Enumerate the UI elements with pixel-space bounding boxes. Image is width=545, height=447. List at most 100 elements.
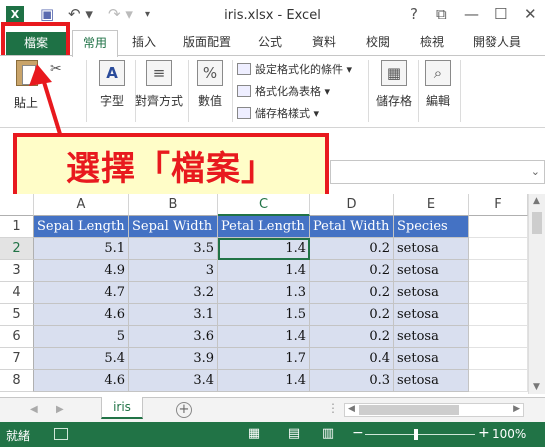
header-cell[interactable]: Sepal Width xyxy=(129,216,218,238)
column-header[interactable]: A xyxy=(34,194,129,216)
macro-record-icon[interactable] xyxy=(54,428,68,440)
close-button[interactable]: ✕ xyxy=(524,5,537,23)
empty-cell[interactable] xyxy=(469,238,528,260)
scroll-left-icon[interactable]: ◀ xyxy=(348,404,355,414)
data-cell[interactable]: 4.6 xyxy=(34,370,129,392)
data-cell[interactable]: setosa xyxy=(394,260,469,282)
cells-group[interactable]: ▦ 儲存格 xyxy=(372,58,416,124)
formula-bar[interactable]: ⌄ xyxy=(330,160,545,184)
empty-cell[interactable] xyxy=(469,348,528,370)
data-cell[interactable]: setosa xyxy=(394,304,469,326)
row-header[interactable]: 7 xyxy=(0,348,34,370)
paste-icon[interactable] xyxy=(16,60,38,86)
zoom-slider[interactable] xyxy=(365,434,475,435)
data-cell[interactable]: 0.3 xyxy=(310,370,394,392)
data-cell[interactable]: 1.3 xyxy=(218,282,310,304)
data-cell[interactable]: 1.4 xyxy=(218,260,310,282)
data-cell[interactable]: 1.4 xyxy=(218,326,310,348)
horizontal-scrollbar[interactable]: ◀ ▶ xyxy=(344,403,524,417)
data-cell[interactable]: 4.9 xyxy=(34,260,129,282)
ribbon-display-options-icon[interactable]: ⧉ xyxy=(436,5,447,23)
help-button[interactable]: ? xyxy=(410,5,418,23)
column-header[interactable]: C xyxy=(218,194,310,216)
scroll-up-icon[interactable]: ▲ xyxy=(533,196,540,206)
row-header[interactable]: 1 xyxy=(0,216,34,238)
minimize-button[interactable]: — xyxy=(464,5,479,23)
column-header[interactable]: E xyxy=(394,194,469,216)
tab-developer[interactable]: 開發人員 xyxy=(466,30,528,55)
maximize-button[interactable]: ☐ xyxy=(494,5,507,23)
row-header[interactable]: 4 xyxy=(0,282,34,304)
cell-styles-button[interactable]: 儲存格樣式 ▾ xyxy=(237,105,319,121)
data-cell[interactable]: 1.5 xyxy=(218,304,310,326)
add-sheet-icon[interactable]: + xyxy=(176,402,192,418)
scroll-down-icon[interactable]: ▼ xyxy=(533,382,540,392)
data-cell[interactable]: 0.2 xyxy=(310,260,394,282)
header-cell[interactable]: Species xyxy=(394,216,469,238)
data-cell[interactable]: 4.7 xyxy=(34,282,129,304)
header-cell[interactable]: Sepal Length xyxy=(34,216,129,238)
data-cell[interactable]: setosa xyxy=(394,238,469,260)
scroll-right-icon[interactable]: ▶ xyxy=(513,404,520,414)
column-header[interactable]: B xyxy=(129,194,218,216)
select-all-corner[interactable] xyxy=(0,194,34,216)
row-header[interactable]: 5 xyxy=(0,304,34,326)
empty-cell[interactable] xyxy=(469,304,528,326)
conditional-format-button[interactable]: 設定格式化的條件 ▾ xyxy=(237,61,352,77)
data-cell[interactable]: 5 xyxy=(34,326,129,348)
data-cell[interactable]: 3.4 xyxy=(129,370,218,392)
zoom-slider-thumb[interactable] xyxy=(414,429,418,440)
data-cell[interactable]: 1.7 xyxy=(218,348,310,370)
row-header[interactable]: 6 xyxy=(0,326,34,348)
data-cell[interactable]: setosa xyxy=(394,348,469,370)
data-cell[interactable]: 5.1 xyxy=(34,238,129,260)
data-cell[interactable]: 0.4 xyxy=(310,348,394,370)
format-as-table-button[interactable]: 格式化為表格 ▾ xyxy=(237,83,330,99)
expand-formula-bar-icon[interactable]: ⌄ xyxy=(531,165,540,178)
zoom-level[interactable]: 100% xyxy=(492,427,526,441)
scroll-thumb[interactable] xyxy=(532,212,542,234)
tab-review[interactable]: 校閱 xyxy=(358,30,398,55)
tab-formulas[interactable]: 公式 xyxy=(250,30,290,55)
page-break-preview-icon[interactable]: ▥ xyxy=(320,426,336,442)
data-cell[interactable]: 3 xyxy=(129,260,218,282)
data-cell[interactable]: 0.2 xyxy=(310,304,394,326)
data-cell[interactable]: setosa xyxy=(394,370,469,392)
zoom-out-icon[interactable]: − xyxy=(352,425,364,441)
data-cell[interactable]: setosa xyxy=(394,282,469,304)
zoom-in-icon[interactable]: + xyxy=(478,425,490,441)
horizontal-scroll-thumb[interactable] xyxy=(359,405,459,415)
empty-cell[interactable] xyxy=(469,260,528,282)
data-cell[interactable]: 3.2 xyxy=(129,282,218,304)
split-handle-icon[interactable]: ⋮ xyxy=(327,401,339,415)
data-cell[interactable]: 3.6 xyxy=(129,326,218,348)
tab-insert[interactable]: 插入 xyxy=(124,30,164,55)
number-group[interactable]: % 數值 xyxy=(190,58,230,124)
row-header[interactable]: 3 xyxy=(0,260,34,282)
data-cell[interactable]: 3.1 xyxy=(129,304,218,326)
data-cell[interactable]: 5.4 xyxy=(34,348,129,370)
empty-cell[interactable] xyxy=(469,216,528,238)
sheet-tab-iris[interactable]: iris xyxy=(101,397,143,419)
empty-cell[interactable] xyxy=(469,370,528,392)
page-layout-view-icon[interactable]: ▤ xyxy=(286,426,302,442)
data-cell[interactable]: 0.2 xyxy=(310,282,394,304)
row-header[interactable]: 2 xyxy=(0,238,34,260)
tab-data[interactable]: 資料 xyxy=(304,30,344,55)
paste-button[interactable]: 貼上 xyxy=(14,94,38,111)
data-cell[interactable]: setosa xyxy=(394,326,469,348)
column-header[interactable]: F xyxy=(469,194,528,216)
data-cell[interactable]: 1.4 xyxy=(218,238,310,260)
normal-view-icon[interactable]: ▦ xyxy=(246,426,262,442)
empty-cell[interactable] xyxy=(469,326,528,348)
data-cell[interactable]: 3.5 xyxy=(129,238,218,260)
data-cell[interactable]: 3.9 xyxy=(129,348,218,370)
header-cell[interactable]: Petal Width xyxy=(310,216,394,238)
cut-icon[interactable]: ✂ xyxy=(50,61,62,77)
next-sheet-icon[interactable]: ▶ xyxy=(56,404,64,415)
tab-page-layout[interactable]: 版面配置 xyxy=(176,30,238,55)
tab-home[interactable]: 常用 xyxy=(72,30,118,57)
vertical-scrollbar[interactable]: ▲ ▼ xyxy=(528,194,545,394)
column-header[interactable]: D xyxy=(310,194,394,216)
data-cell[interactable]: 4.6 xyxy=(34,304,129,326)
